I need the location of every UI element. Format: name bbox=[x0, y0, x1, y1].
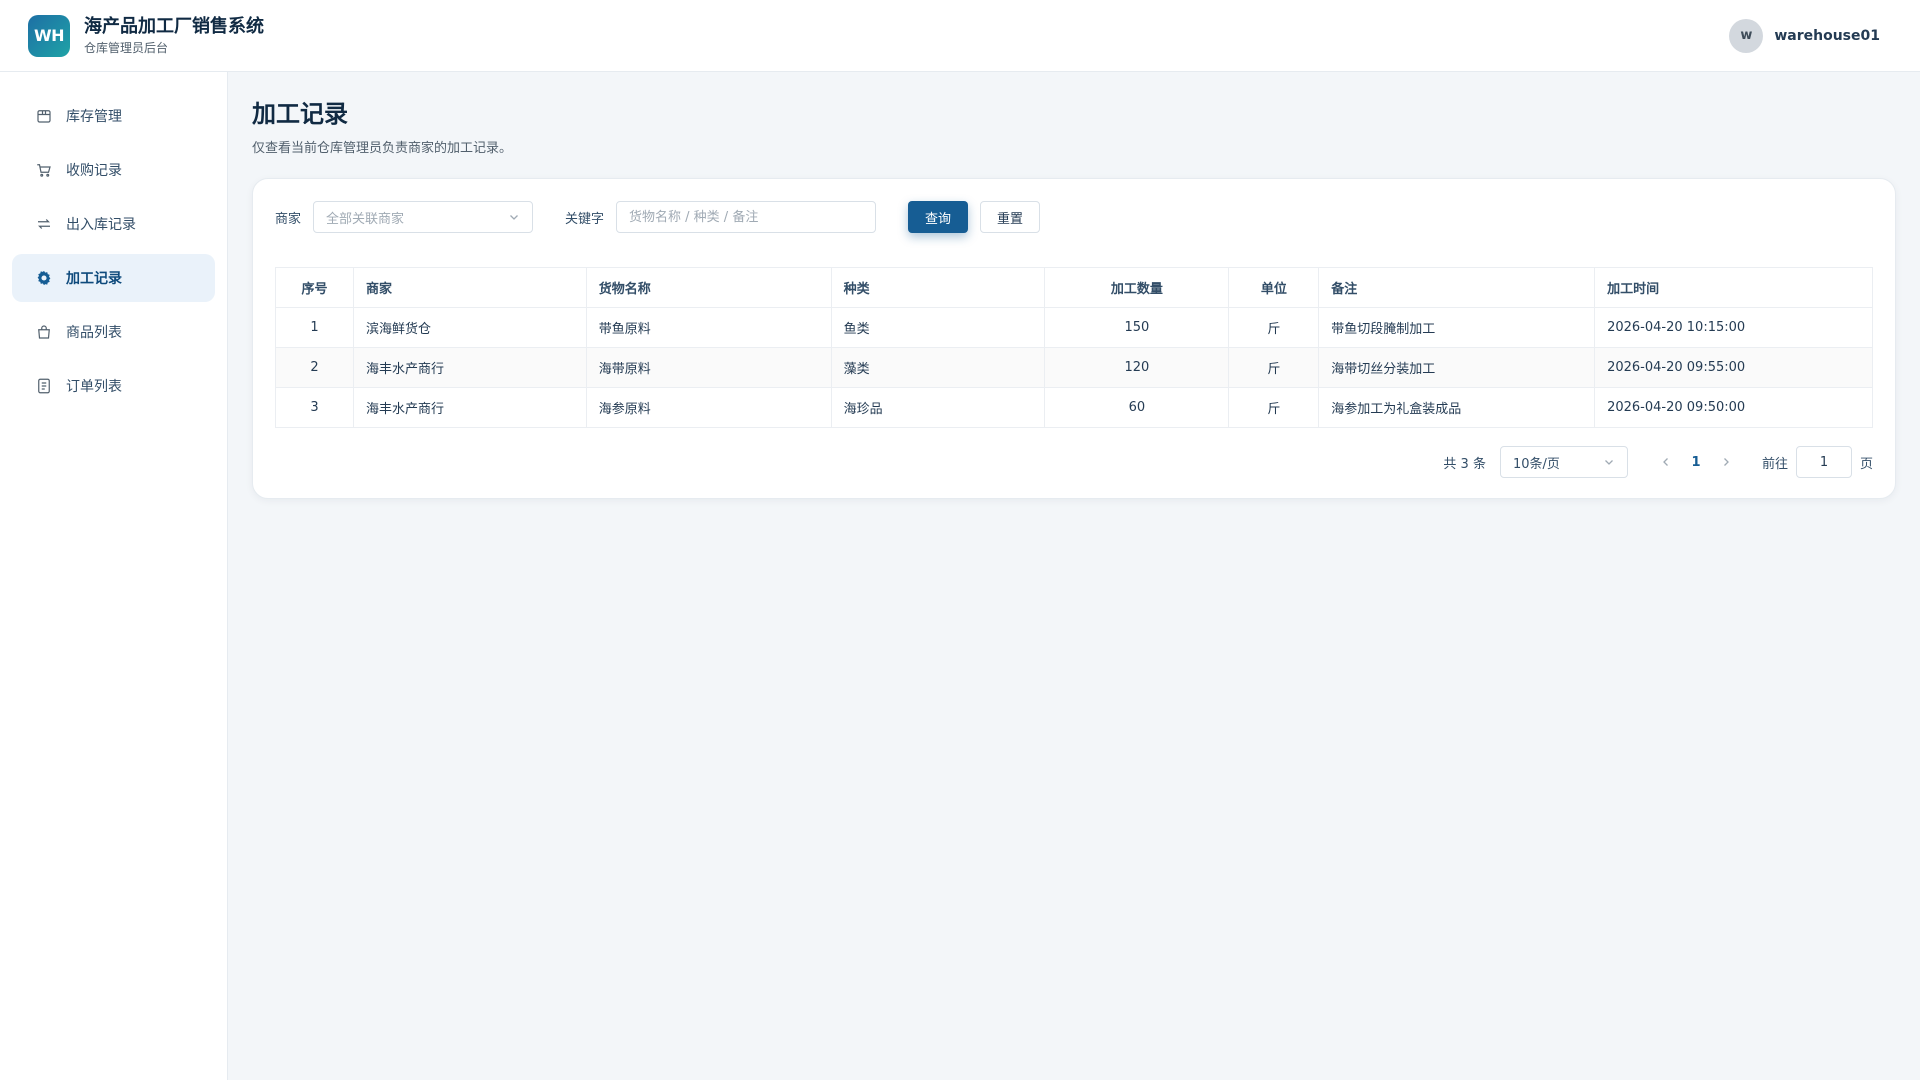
page-size-select[interactable]: 10条/页 bbox=[1499, 446, 1628, 478]
page-description: 仅查看当前仓库管理员负责商家的加工记录。 bbox=[252, 141, 513, 156]
cell-remark: 海参加工为礼盒装成品 bbox=[1318, 387, 1596, 428]
cell-unit: 斤 bbox=[1228, 347, 1320, 388]
cell-goods: 海参原料 bbox=[585, 387, 832, 428]
chevron-right-icon bbox=[1724, 458, 1729, 466]
top-header: WH 海产品加工厂销售系统 仓库管理员后台 w warehouse01 bbox=[0, 0, 1920, 72]
sidebar: 库存管理 收购记录 出入库记录 加工记录 商品列表 订单列表 bbox=[0, 72, 228, 1080]
page-size-value: 10条/页 bbox=[1512, 456, 1560, 472]
chevron-down-icon bbox=[1605, 460, 1613, 465]
sidebar-item-label: 库存管理 bbox=[66, 109, 122, 125]
cell-category: 海珍品 bbox=[830, 387, 1046, 428]
cell-merchant: 海丰水产商行 bbox=[352, 347, 587, 388]
cell-remark: 带鱼切段腌制加工 bbox=[1318, 307, 1596, 348]
cell-time: 2026-04-20 09:50:00 bbox=[1594, 387, 1873, 428]
cell-quantity: 150 bbox=[1044, 307, 1230, 348]
brand: 海产品加工厂销售系统 仓库管理员后台 bbox=[84, 16, 264, 56]
merchant-label: 商家 bbox=[275, 211, 302, 227]
sidebar-item-stock-io[interactable]: 出入库记录 bbox=[12, 200, 215, 248]
processing-table: 序号 商家 货物名称 种类 加工数量 单位 备注 加工时间 1 滨海鲜货仓 带鱼… bbox=[275, 267, 1873, 428]
cell-category: 鱼类 bbox=[830, 307, 1046, 348]
col-header-unit: 单位 bbox=[1228, 267, 1320, 308]
table-row: 3 海丰水产商行 海参原料 海珍品 60 斤 海参加工为礼盒装成品 2026-0… bbox=[275, 387, 1873, 428]
sidebar-item-inventory[interactable]: 库存管理 bbox=[12, 92, 215, 140]
query-button[interactable]: 查询 bbox=[908, 201, 969, 233]
main-content: 加工记录 仅查看当前仓库管理员负责商家的加工记录。 商家 全部关联商家 关键字 … bbox=[252, 72, 1896, 499]
sidebar-item-label: 商品列表 bbox=[66, 325, 122, 341]
reset-button[interactable]: 重置 bbox=[980, 201, 1041, 233]
app-logo: WH bbox=[28, 14, 70, 57]
sidebar-item-label: 订单列表 bbox=[66, 379, 122, 395]
table-row: 1 滨海鲜货仓 带鱼原料 鱼类 150 斤 带鱼切段腌制加工 2026-04-2… bbox=[275, 307, 1873, 348]
table-row: 2 海丰水产商行 海带原料 藻类 120 斤 海带切丝分装加工 2026-04-… bbox=[275, 347, 1873, 388]
keyword-label: 关键字 bbox=[565, 211, 605, 227]
box-icon bbox=[34, 106, 54, 126]
username[interactable]: warehouse01 bbox=[1774, 28, 1880, 44]
col-header-time: 加工时间 bbox=[1594, 267, 1873, 308]
app-subtitle: 仓库管理员后台 bbox=[84, 40, 169, 55]
cart-icon bbox=[34, 160, 54, 180]
table-header-row: 序号 商家 货物名称 种类 加工数量 单位 备注 加工时间 bbox=[275, 267, 1873, 308]
sidebar-item-label: 出入库记录 bbox=[66, 217, 136, 233]
sidebar-item-products[interactable]: 商品列表 bbox=[12, 308, 215, 356]
col-header-quantity: 加工数量 bbox=[1044, 267, 1230, 308]
cell-merchant: 滨海鲜货仓 bbox=[352, 307, 587, 348]
next-page-button[interactable] bbox=[1712, 446, 1740, 478]
records-card: 商家 全部关联商家 关键字 查询 重置 序号 商家 货物名称 种类 加 bbox=[252, 178, 1896, 499]
col-header-category: 种类 bbox=[830, 267, 1046, 308]
col-header-index: 序号 bbox=[275, 267, 354, 308]
col-header-goods: 货物名称 bbox=[585, 267, 832, 308]
sidebar-item-label: 收购记录 bbox=[66, 163, 122, 179]
pagination: 共 3 条 10条/页 1 前往 页 bbox=[275, 446, 1873, 478]
cell-goods: 海带原料 bbox=[585, 347, 832, 388]
cell-goods: 带鱼原料 bbox=[585, 307, 832, 348]
goto-page-input[interactable] bbox=[1795, 446, 1852, 478]
goto-label: 前往 bbox=[1761, 456, 1788, 472]
merchant-select-placeholder: 全部关联商家 bbox=[326, 211, 405, 227]
cell-time: 2026-04-20 10:15:00 bbox=[1594, 307, 1873, 348]
chevron-down-icon bbox=[510, 215, 518, 220]
filter-bar: 商家 全部关联商家 关键字 查询 重置 bbox=[275, 201, 1873, 233]
transfer-icon bbox=[34, 214, 54, 234]
document-icon bbox=[34, 376, 54, 396]
prev-page-button[interactable] bbox=[1652, 446, 1680, 478]
cell-category: 藻类 bbox=[830, 347, 1046, 388]
sidebar-item-orders[interactable]: 订单列表 bbox=[12, 362, 215, 410]
sidebar-item-purchase[interactable]: 收购记录 bbox=[12, 146, 215, 194]
merchant-select[interactable]: 全部关联商家 bbox=[313, 201, 534, 233]
col-header-merchant: 商家 bbox=[352, 267, 587, 308]
cell-unit: 斤 bbox=[1228, 387, 1320, 428]
cell-index: 1 bbox=[275, 307, 354, 348]
cell-unit: 斤 bbox=[1228, 307, 1320, 348]
pagination-total: 共 3 条 bbox=[1443, 456, 1486, 472]
cell-remark: 海带切丝分装加工 bbox=[1318, 347, 1596, 388]
cell-quantity: 120 bbox=[1044, 347, 1230, 388]
goto-suffix: 页 bbox=[1859, 456, 1873, 472]
sidebar-item-label: 加工记录 bbox=[66, 271, 122, 287]
cell-index: 3 bbox=[275, 387, 354, 428]
cell-quantity: 60 bbox=[1044, 387, 1230, 428]
user-menu[interactable]: w warehouse01 bbox=[1729, 18, 1880, 53]
avatar[interactable]: w bbox=[1729, 18, 1764, 53]
col-header-remark: 备注 bbox=[1318, 267, 1596, 308]
cell-time: 2026-04-20 09:55:00 bbox=[1594, 347, 1873, 388]
keyword-input[interactable] bbox=[616, 201, 877, 233]
chevron-left-icon bbox=[1663, 458, 1668, 466]
sidebar-item-processing[interactable]: 加工记录 bbox=[12, 254, 215, 302]
cell-merchant: 海丰水产商行 bbox=[352, 387, 587, 428]
page-number-current[interactable]: 1 bbox=[1680, 455, 1712, 470]
gear-icon bbox=[34, 268, 54, 288]
bag-icon bbox=[34, 322, 54, 342]
app-title: 海产品加工厂销售系统 bbox=[84, 15, 264, 37]
cell-index: 2 bbox=[275, 347, 354, 388]
page-title: 加工记录 bbox=[252, 100, 348, 128]
